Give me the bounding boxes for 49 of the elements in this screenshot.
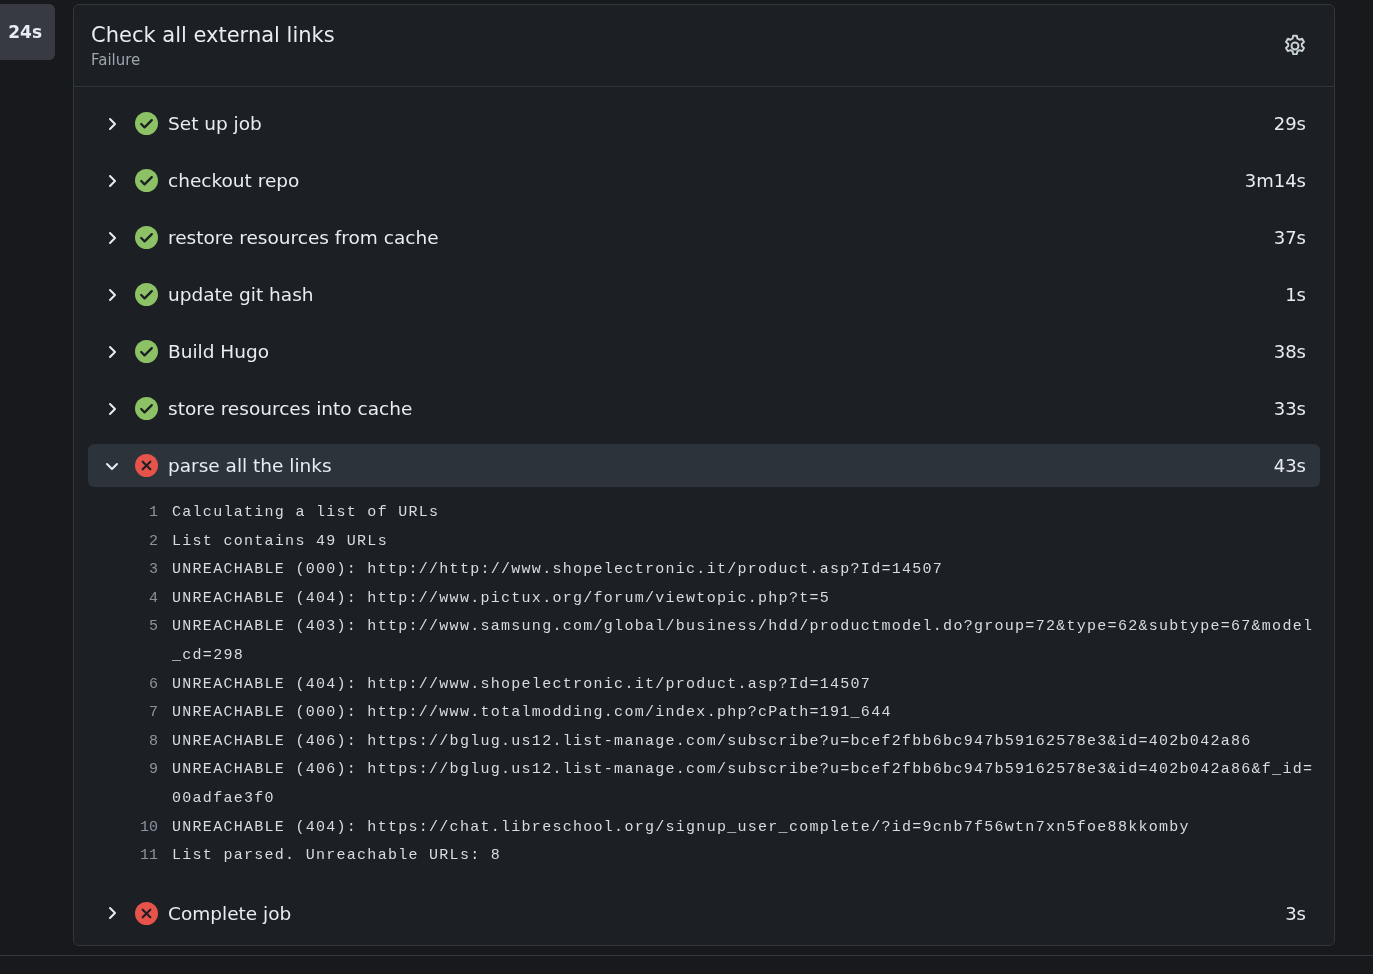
step-row[interactable]: store resources into cache 33s	[88, 387, 1320, 430]
line-number: 10	[139, 817, 158, 838]
line-number: 4	[148, 588, 158, 609]
log-line: UNREACHABLE (406): https://bglug.us12.list-manage.com/subscribe?u=bcef2fbb6bc947b59162578e3&id=402b042a86	[172, 731, 1253, 752]
log-line: Calculating a list of URLs	[172, 503, 441, 523]
step-duration: 33s	[1273, 398, 1306, 419]
line-number: 11	[139, 846, 158, 867]
log-line: UNREACHABLE (403): http://www.samsung.com/global/business/hdd/productmodel.do?group=72&type=62&subtype=67&model_cd=298	[172, 617, 1315, 666]
job-title: Check all external links	[91, 23, 335, 47]
step-row[interactable]: Build Hugo 38s	[88, 330, 1320, 373]
step-duration: 38s	[1273, 341, 1306, 362]
step-duration: 29s	[1273, 113, 1306, 134]
sidebar-tab[interactable]: 24s	[0, 4, 55, 60]
step-row[interactable]: update git hash 1s	[88, 273, 1320, 316]
log-line: UNREACHABLE (000): http://www.totalmodding.com/index.php?cPath=191_644	[172, 703, 893, 724]
line-number: 9	[148, 760, 158, 781]
step-duration: 3s	[1285, 902, 1306, 924]
step-name: restore resources from cache	[168, 227, 440, 248]
line-number: 5	[148, 617, 158, 638]
step-row[interactable]: Set up job 29s	[88, 102, 1320, 145]
step-name: checkout repo	[168, 170, 301, 191]
step-row[interactable]: parse all the links 43s	[88, 444, 1320, 487]
step-duration: 3m14s	[1244, 170, 1306, 191]
line-number: 6	[148, 674, 158, 695]
step-row[interactable]: Complete job 3s	[88, 891, 1320, 935]
step-row[interactable]: restore resources from cache 37s	[88, 216, 1320, 259]
step-duration: 43s	[1273, 455, 1306, 476]
line-number: 3	[148, 560, 158, 581]
step-name: Complete job	[168, 902, 293, 924]
step-name: Set up job	[168, 113, 263, 134]
log-line: List parsed. Unreachable URLs: 8	[172, 846, 502, 867]
job-status: Failure	[91, 51, 142, 69]
log-line: UNREACHABLE (404): http://www.shopelectronic.it/product.asp?Id=14507	[172, 674, 873, 695]
line-number: 8	[148, 731, 158, 752]
step-row[interactable]: checkout repo 3m14s	[88, 159, 1320, 202]
step-duration: 37s	[1273, 227, 1306, 248]
line-number: 7	[148, 703, 158, 724]
log-line: UNREACHABLE (404): https://chat.libreschool.org/signup_user_complete/?id=9cnb7f56wtn7xn5foe88kkomby	[172, 817, 1191, 838]
step-name: store resources into cache	[168, 398, 414, 419]
log-line: List contains 49 URLs	[172, 531, 389, 552]
log-line: UNREACHABLE (000): http://http://www.shopelectronic.it/product.asp?Id=14507	[172, 560, 945, 581]
log-line: UNREACHABLE (406): https://bglug.us12.list-manage.com/subscribe?u=bcef2fbb6bc947b59162578e3&id=402b042a86&f_id=00adfae3f0	[172, 760, 1315, 809]
step-name: update git hash	[168, 284, 315, 305]
step-duration: 1s	[1285, 284, 1306, 305]
log-line: UNREACHABLE (404): http://www.pictux.org/forum/viewtopic.php?t=5	[172, 588, 831, 609]
step-name: parse all the links	[168, 455, 333, 476]
step-name: Build Hugo	[168, 341, 271, 362]
line-number: 2	[148, 531, 158, 552]
line-number: 1	[148, 503, 158, 523]
